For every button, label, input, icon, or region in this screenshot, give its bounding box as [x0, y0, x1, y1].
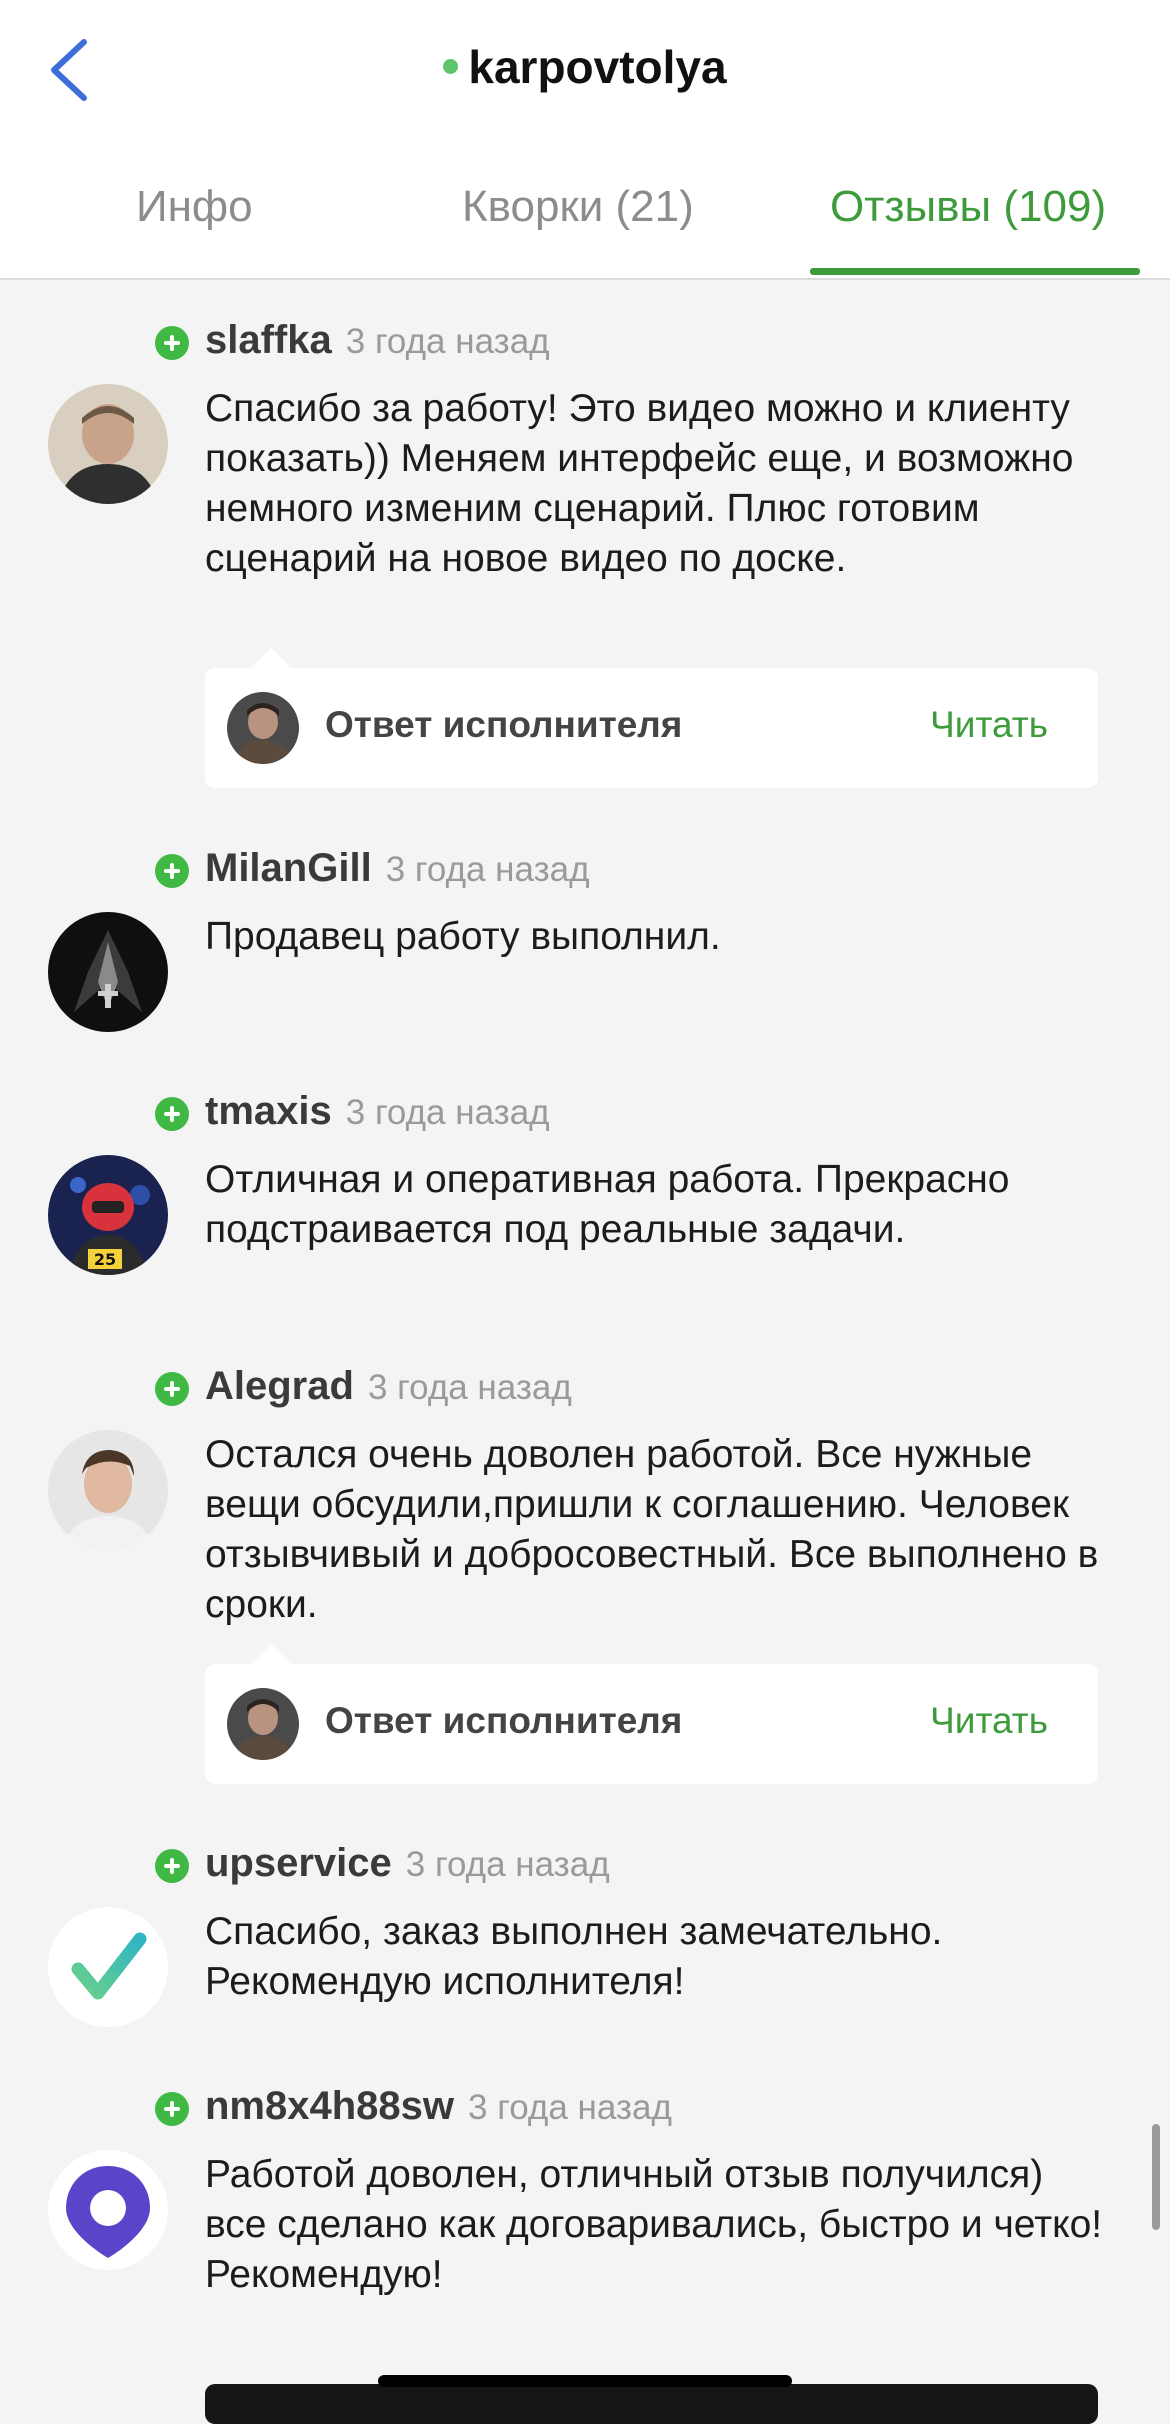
active-tab-indicator	[810, 268, 1140, 275]
page-title: karpovtolya	[468, 41, 727, 93]
review-username[interactable]: MilanGill	[205, 846, 372, 890]
review-text: Спасибо за работу! Это видео можно и кли…	[205, 387, 1074, 580]
reply-box-tail	[251, 1644, 291, 1664]
review-time: 3 года назад	[468, 2088, 672, 2127]
review-time: 3 года назад	[345, 322, 550, 361]
review-username[interactable]: upservice	[205, 1841, 392, 1885]
review-username[interactable]: tmaxis	[205, 1089, 332, 1133]
tab-info[interactable]: Инфо	[136, 182, 253, 232]
positive-review-icon	[155, 2092, 189, 2126]
home-indicator[interactable]	[378, 2375, 792, 2387]
review-username[interactable]: Alegrad	[205, 1364, 354, 1408]
review-header: Alegrad 3 года назад	[205, 1364, 572, 1409]
top-bar: karpovtolya Инфо Кворки (21) Отзывы (109…	[0, 0, 1170, 280]
seller-reply-box[interactable]: Ответ исполнителя Читать	[205, 648, 1098, 788]
avatar[interactable]	[48, 912, 168, 1032]
review-text: Работой доволен, отличный отзыв получилс…	[205, 2153, 1103, 2296]
read-reply-link[interactable]: Читать	[930, 704, 1048, 746]
review-header: MilanGill 3 года назад	[205, 846, 590, 891]
positive-review-icon	[155, 1097, 189, 1131]
review-text: Спасибо, заказ выполнен замечательно. Ре…	[205, 1910, 943, 2003]
review-username[interactable]: nm8x4h88sw	[205, 2084, 454, 2128]
positive-review-icon	[155, 1849, 189, 1883]
review-time: 3 года назад	[405, 1845, 610, 1884]
positive-review-icon	[155, 1372, 189, 1406]
positive-review-icon	[155, 326, 189, 360]
reply-box-tail	[251, 648, 291, 668]
seller-reply-box[interactable]: Ответ исполнителя Читать	[205, 1644, 1098, 1784]
seller-reply-label: Ответ исполнителя	[325, 1700, 683, 1741]
review-header: nm8x4h88sw 3 года назад	[205, 2084, 672, 2129]
avatar[interactable]: 25	[48, 1155, 168, 1275]
review-time: 3 года назад	[345, 1093, 550, 1132]
read-reply-link[interactable]: Читать	[930, 1700, 1048, 1742]
avatar[interactable]	[48, 1907, 168, 2027]
review-text: Продавец работу выполнил.	[205, 915, 721, 958]
scrollbar[interactable]	[1152, 2124, 1160, 2230]
positive-review-icon	[155, 854, 189, 888]
review-header: tmaxis 3 года назад	[205, 1089, 550, 1134]
avatar[interactable]	[48, 1430, 168, 1550]
avatar[interactable]	[48, 384, 168, 504]
seller-reply-label: Ответ исполнителя	[325, 704, 683, 745]
tab-kworks[interactable]: Кворки (21)	[462, 182, 694, 232]
tab-reviews[interactable]: Отзывы (109)	[830, 182, 1106, 232]
review-username[interactable]: slaffka	[205, 318, 332, 362]
online-status-dot	[443, 59, 459, 75]
review-header: upservice 3 года назад	[205, 1841, 610, 1886]
review-text: Остался очень доволен работой. Все нужны…	[205, 1433, 1099, 1626]
seller-avatar	[227, 692, 299, 764]
review-time: 3 года назад	[367, 1368, 572, 1407]
next-review-card-partial	[205, 2384, 1098, 2424]
avatar[interactable]	[48, 2150, 168, 2270]
tab-bar: Инфо Кворки (21) Отзывы (109)	[0, 168, 1170, 278]
svg-text:25: 25	[94, 1250, 116, 1269]
seller-avatar	[227, 1688, 299, 1760]
page-title-wrap: karpovtolya	[0, 40, 1170, 94]
review-text: Отличная и оперативная работа. Прекрасно…	[205, 1158, 1010, 1251]
review-header: slaffka 3 года назад	[205, 318, 550, 363]
review-time: 3 года назад	[385, 850, 590, 889]
